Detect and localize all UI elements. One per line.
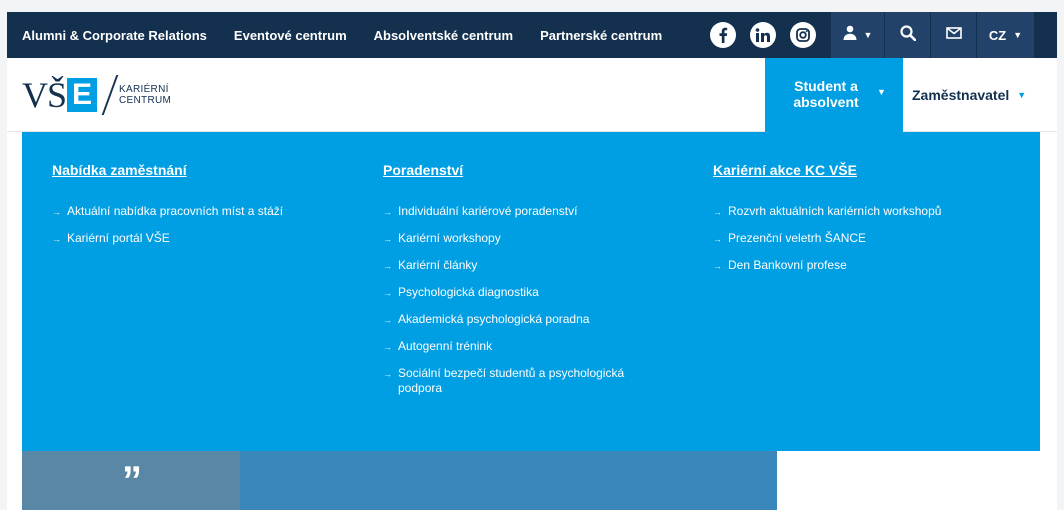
nav-student-line-2: absolvent	[793, 94, 859, 110]
menu-item[interactable]: → Den Bankovní profese	[713, 258, 1013, 274]
search-button[interactable]	[884, 12, 930, 58]
top-links: Alumni & Corporate Relations Eventové ce…	[7, 12, 674, 58]
menu-item[interactable]: → Autogenní trénink	[383, 339, 658, 355]
menu-item[interactable]: → Aktuální nabídka pracovních míst a stáž…	[52, 204, 342, 220]
menu-list-events: → Rozvrh aktuálních kariérních workshopů …	[713, 204, 1013, 274]
mail-button[interactable]	[930, 12, 976, 58]
logo-line-1: KARIÉRNÍ	[119, 84, 169, 95]
logo-mark-e: E	[67, 78, 98, 112]
menu-item[interactable]: → Kariérní workshopy	[383, 231, 658, 247]
arrow-right-icon: →	[383, 234, 392, 244]
menu-item[interactable]: → Kariérní články	[383, 258, 658, 274]
instagram-icon[interactable]	[790, 22, 816, 48]
chevron-down-icon: ▼	[877, 87, 886, 97]
menu-title-jobs[interactable]: Nabídka zaměstnání	[52, 162, 342, 178]
logo-mark: VŠ	[22, 75, 67, 115]
top-bar: Alumni & Corporate Relations Eventové ce…	[7, 12, 1057, 58]
user-menu-button[interactable]: ▼	[830, 12, 884, 58]
menu-item[interactable]: → Rozvrh aktuálních kariérních workshopů	[713, 204, 1013, 220]
arrow-right-icon: →	[383, 261, 392, 271]
menu-item[interactable]: → Individuální kariérové poradenství	[383, 204, 658, 220]
menu-item[interactable]: → Akademická psychologická poradna	[383, 312, 658, 328]
arrow-right-icon: →	[383, 342, 392, 352]
menu-title-counseling[interactable]: Poradenství	[383, 162, 658, 178]
arrow-right-icon: →	[52, 234, 61, 244]
menu-title-events[interactable]: Kariérní akce KC VŠE	[713, 162, 1013, 178]
menu-item[interactable]: → Prezenční veletrh ŠANCE	[713, 231, 1013, 247]
menu-item[interactable]: → Kariérní portál VŠE	[52, 231, 342, 247]
nav-employer[interactable]: Zaměstnavatel ▼	[912, 58, 1026, 132]
chevron-down-icon: ▼	[863, 30, 873, 40]
nav-employer-label: Zaměstnavatel	[912, 87, 1010, 103]
hero-image-panel	[240, 451, 777, 510]
menu-column-events: Kariérní akce KC VŠE → Rozvrh aktuálních …	[713, 162, 1013, 285]
menu-column-jobs: Nabídka zaměstnání → Aktuální nabídka pra…	[52, 162, 342, 258]
logo-text: KARIÉRNÍ CENTRUM	[119, 84, 171, 106]
arrow-right-icon: →	[52, 207, 61, 217]
mail-icon	[945, 26, 962, 44]
arrow-right-icon: →	[383, 369, 392, 379]
facebook-icon[interactable]	[710, 22, 736, 48]
arrow-right-icon: →	[713, 261, 722, 271]
language-switch[interactable]: CZ ▼	[976, 12, 1034, 58]
menu-item[interactable]: → Sociální bezpečí studentů a psychologic…	[383, 366, 658, 396]
logo-line-2: CENTRUM	[119, 95, 172, 106]
toplink-alumni[interactable]: Alumni & Corporate Relations	[22, 28, 207, 43]
chevron-down-icon: ▼	[1013, 30, 1023, 40]
toplink-partners[interactable]: Partnerské centrum	[540, 28, 662, 43]
arrow-right-icon: →	[383, 315, 392, 325]
mega-menu: Nabídka zaměstnání → Aktuální nabídka pra…	[22, 132, 1040, 451]
arrow-right-icon: →	[383, 288, 392, 298]
logo-slash	[101, 75, 119, 115]
toplink-graduates[interactable]: Absolventské centrum	[374, 28, 513, 43]
nav-student-graduate[interactable]: Student a absolvent ▼	[765, 58, 903, 132]
user-icon	[843, 25, 857, 45]
arrow-right-icon: →	[383, 207, 392, 217]
menu-list-counseling: → Individuální kariérové poradenství → Kar…	[383, 204, 658, 396]
toplink-events[interactable]: Eventové centrum	[234, 28, 347, 43]
site-header: VŠ E KARIÉRNÍ CENTRUM Student a absolven…	[7, 58, 1057, 132]
nav-student-line-1: Student a	[794, 78, 858, 94]
arrow-right-icon: →	[713, 234, 722, 244]
menu-column-counseling: Poradenství → Individuální kariérové pora…	[383, 162, 658, 407]
menu-list-jobs: → Aktuální nabídka pracovních míst a stáž…	[52, 204, 342, 247]
language-label: CZ	[988, 27, 1007, 43]
menu-item[interactable]: → Psychologická diagnostika	[383, 285, 658, 301]
chevron-down-icon: ▼	[1017, 90, 1027, 100]
nav-student-label: Student a absolvent	[791, 78, 861, 110]
quote-icon: ”	[122, 459, 142, 503]
page: Alumni & Corporate Relations Eventové ce…	[7, 12, 1057, 510]
linkedin-icon[interactable]	[750, 22, 776, 48]
search-icon	[899, 24, 916, 46]
arrow-right-icon: →	[713, 207, 722, 217]
logo[interactable]: VŠ E KARIÉRNÍ CENTRUM	[22, 74, 171, 116]
